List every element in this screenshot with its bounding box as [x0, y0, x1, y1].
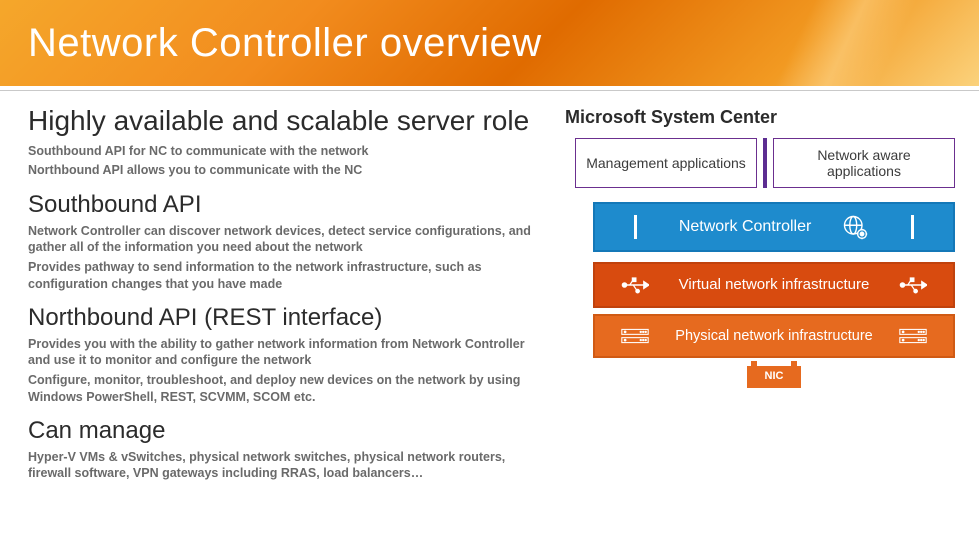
slide-title: Network Controller overview — [28, 21, 542, 66]
bar-icon-left — [621, 213, 649, 241]
physical-infra-row: Physical network infrastructure — [593, 314, 955, 358]
mgmt-apps-box: Management applications — [575, 138, 757, 188]
main-sub-1: Northbound API allows you to communicate… — [28, 162, 547, 179]
usb-icon-right — [899, 271, 927, 299]
network-controller-row: Network Controller — [593, 202, 955, 252]
nic-badge: NIC — [747, 366, 801, 388]
northbound-p1: Configure, monitor, troubleshoot, and de… — [28, 372, 547, 405]
apps-sep — [763, 138, 767, 188]
apps-row: Management applications Network aware ap… — [565, 138, 955, 188]
usb-icon-left — [621, 271, 649, 299]
physical-label: Physical network infrastructure — [675, 329, 872, 344]
mgmt-apps-label: Management applications — [586, 155, 746, 171]
northbound-p0: Provides you with the ability to gather … — [28, 336, 547, 369]
globe-gear-icon — [841, 213, 869, 241]
netaware-apps-label: Network aware applications — [780, 147, 948, 179]
msc-title: Microsoft System Center — [565, 107, 955, 128]
bar-icon-right — [899, 213, 927, 241]
heading-southbound: Southbound API — [28, 191, 547, 219]
southbound-p0: Network Controller can discover network … — [28, 223, 547, 256]
virtual-infra-row: Virtual network infrastructure — [593, 262, 955, 308]
header-bar: Network Controller overview — [0, 0, 979, 86]
southbound-p1: Provides pathway to send information to … — [28, 259, 547, 292]
heading-northbound: Northbound API (REST interface) — [28, 304, 547, 332]
netaware-apps-box: Network aware applications — [773, 138, 955, 188]
server-icon-right — [899, 322, 927, 350]
right-column: Microsoft System Center Management appli… — [565, 105, 955, 485]
left-column: Highly available and scalable server rol… — [28, 105, 547, 485]
server-icon-left — [621, 322, 649, 350]
body: Highly available and scalable server rol… — [0, 91, 979, 485]
main-sub-0: Southbound API for NC to communicate wit… — [28, 143, 547, 160]
nc-label: Network Controller — [679, 219, 811, 236]
slide: Network Controller overview Highly avail… — [0, 0, 979, 551]
canmanage-p0: Hyper-V VMs & vSwitches, physical networ… — [28, 449, 547, 482]
nic-wrap: NIC — [593, 366, 955, 388]
heading-main: Highly available and scalable server rol… — [28, 105, 547, 137]
virtual-label: Virtual network infrastructure — [679, 277, 870, 293]
heading-canmanage: Can manage — [28, 417, 547, 445]
